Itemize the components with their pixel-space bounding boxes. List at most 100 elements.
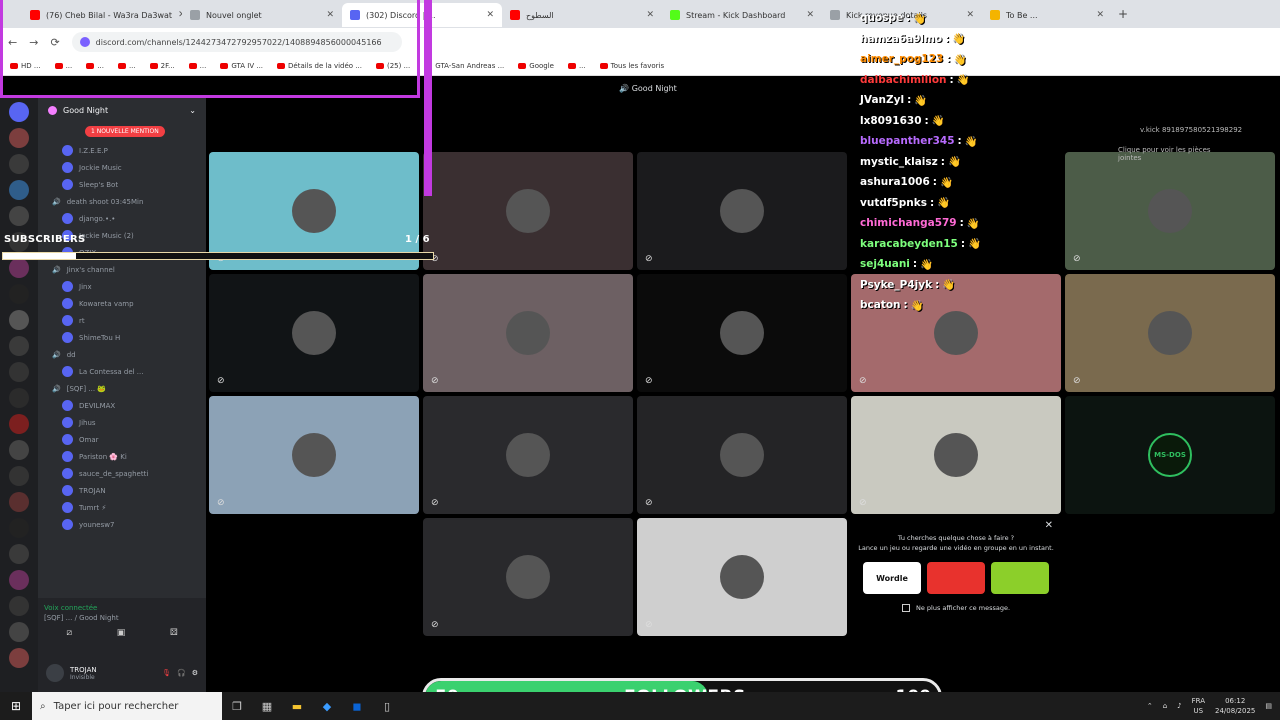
- participant-tile[interactable]: ⊘: [423, 518, 633, 636]
- server-icon[interactable]: [9, 544, 29, 564]
- participant-tile[interactable]: ⊘: [1065, 152, 1275, 270]
- server-icon[interactable]: [9, 154, 29, 174]
- close-tab-icon[interactable]: ✕: [646, 10, 654, 20]
- file-explorer-icon[interactable]: ▬: [282, 700, 312, 713]
- voice-channel[interactable]: 🔊 dd: [38, 346, 206, 363]
- server-icon[interactable]: [9, 414, 29, 434]
- participant-tile[interactable]: ⊘: [637, 518, 847, 636]
- voice-member[interactable]: django.•.•: [38, 210, 206, 227]
- close-tab-icon[interactable]: ✕: [1096, 10, 1104, 20]
- voice-member[interactable]: TROJAN: [38, 482, 206, 499]
- bookmark-item[interactable]: ...: [567, 61, 586, 70]
- bookmark-item[interactable]: Tous les favoris: [599, 62, 664, 70]
- bookmark-item[interactable]: Google: [518, 62, 554, 70]
- member-avatar: [62, 145, 73, 156]
- participant-tile[interactable]: MS-DOS: [1065, 396, 1275, 514]
- new-mention-badge[interactable]: 1 NOUVELLE MENTION: [85, 126, 165, 137]
- browser-tab[interactable]: Stream - Kick Dashboard ✕: [662, 3, 822, 27]
- voice-member[interactable]: rt: [38, 312, 206, 329]
- bookmark-favicon-icon: [518, 62, 527, 69]
- server-icon[interactable]: [9, 440, 29, 460]
- language-indicator[interactable]: FRA US: [1192, 696, 1205, 716]
- voice-member[interactable]: younesw7: [38, 516, 206, 533]
- browser-tab[interactable]: السطوح ✕: [502, 3, 662, 27]
- voice-member[interactable]: Omar: [38, 431, 206, 448]
- participant-tile[interactable]: ⊘: [209, 396, 419, 514]
- server-icon[interactable]: [9, 492, 29, 512]
- dont-show-checkbox[interactable]: [901, 604, 910, 612]
- chevron-down-icon[interactable]: ⌄: [189, 106, 196, 115]
- notifications-icon[interactable]: ▤: [1265, 702, 1272, 710]
- voice-member[interactable]: Kowareta vamp: [38, 295, 206, 312]
- voice-member[interactable]: Sleep's Bot: [38, 176, 206, 193]
- voice-channel[interactable]: 🔊 death shoot 03:45Min: [38, 193, 206, 210]
- server-icon[interactable]: [9, 284, 29, 304]
- server-header[interactable]: Good Night ⌄: [38, 96, 206, 124]
- server-icon[interactable]: [9, 466, 29, 486]
- participant-tile[interactable]: ⊘: [423, 396, 633, 514]
- participant-tile[interactable]: ⊘: [423, 274, 633, 392]
- server-icon[interactable]: [9, 362, 29, 382]
- store-icon[interactable]: ▦: [252, 700, 282, 713]
- bookmark-item[interactable]: GTA-San Andreas ...: [424, 62, 504, 70]
- outlook-icon[interactable]: ◼: [342, 700, 372, 713]
- participant-tile[interactable]: ⊘: [851, 396, 1061, 514]
- activity-icon[interactable]: ⚄: [170, 628, 178, 638]
- notepad-icon[interactable]: ▯: [372, 700, 402, 713]
- server-icon[interactable]: [9, 622, 29, 642]
- screen-share-icon[interactable]: ▣: [117, 628, 126, 638]
- server-icon[interactable]: [9, 388, 29, 408]
- voice-member[interactable]: sauce_de_spaghetti: [38, 465, 206, 482]
- server-icon[interactable]: [9, 648, 29, 668]
- participant-tile[interactable]: ⊘: [1065, 274, 1275, 392]
- server-icon[interactable]: [9, 180, 29, 200]
- mic-muted-icon[interactable]: 🎙: [162, 669, 171, 677]
- windows-start-icon[interactable]: ⊞: [0, 699, 32, 713]
- attachments-hint[interactable]: Clique pour voir les pièces jointes: [1118, 146, 1228, 162]
- network-icon[interactable]: ⌂: [1163, 702, 1167, 710]
- game-wordle[interactable]: Wordle: [863, 562, 921, 594]
- settings-gear-icon[interactable]: ⚙: [192, 669, 198, 677]
- voice-member[interactable]: La Contessa del ...: [38, 363, 206, 380]
- server-icon[interactable]: [9, 206, 29, 226]
- game-pikachu[interactable]: [991, 562, 1049, 594]
- new-tab-button[interactable]: +: [1118, 7, 1128, 21]
- taskbar-search[interactable]: ⌕ Taper ici pour rechercher: [32, 692, 222, 720]
- server-icon[interactable]: [9, 102, 29, 122]
- voice-member[interactable]: I.Z.E.E.P: [38, 142, 206, 159]
- voice-member[interactable]: Jihus: [38, 414, 206, 431]
- task-view-icon[interactable]: ❐: [222, 700, 252, 713]
- server-icon[interactable]: [9, 518, 29, 538]
- close-icon[interactable]: ✕: [1045, 520, 1053, 531]
- headphones-icon[interactable]: 🎧: [177, 669, 186, 677]
- server-icon[interactable]: [9, 336, 29, 356]
- server-icon[interactable]: [9, 570, 29, 590]
- participant-tile[interactable]: ⊘: [637, 152, 847, 270]
- server-icon[interactable]: [9, 128, 29, 148]
- close-tab-icon[interactable]: ✕: [806, 10, 814, 20]
- voice-member[interactable]: Jinx: [38, 278, 206, 295]
- clock[interactable]: 06:12 24/08/2025: [1215, 696, 1255, 716]
- voice-member[interactable]: Pariston 🌸 Ki: [38, 448, 206, 465]
- server-icon[interactable]: [9, 310, 29, 330]
- participant-tile[interactable]: ⊘: [637, 396, 847, 514]
- voice-member[interactable]: DEVILMAX: [38, 397, 206, 414]
- participant-tile[interactable]: ⊘: [423, 152, 633, 270]
- avatar[interactable]: [46, 664, 64, 682]
- voice-member[interactable]: Jockie Music: [38, 159, 206, 176]
- participant-tile[interactable]: ⊘: [637, 274, 847, 392]
- tray-chevron-icon[interactable]: ⌃: [1147, 702, 1153, 710]
- chat-separator: :: [906, 12, 911, 25]
- noise-suppression-icon[interactable]: ⧄: [66, 628, 72, 638]
- voice-member[interactable]: ShimeTou H: [38, 329, 206, 346]
- voice-channel[interactable]: 🔊 [SQF] ... 🐸: [38, 380, 206, 397]
- close-tab-icon[interactable]: ✕: [486, 10, 494, 20]
- voice-member[interactable]: Tumrt ⚡: [38, 499, 206, 516]
- vscode-icon[interactable]: ◆: [312, 700, 342, 713]
- game-bad-cats[interactable]: [927, 562, 985, 594]
- voice-channel[interactable]: [SQF] ... / Good Night: [44, 614, 200, 622]
- volume-icon[interactable]: ♪: [1177, 702, 1181, 710]
- server-icon[interactable]: [9, 596, 29, 616]
- participant-tile[interactable]: ⊘: [209, 274, 419, 392]
- bookmark-label: ...: [578, 61, 586, 70]
